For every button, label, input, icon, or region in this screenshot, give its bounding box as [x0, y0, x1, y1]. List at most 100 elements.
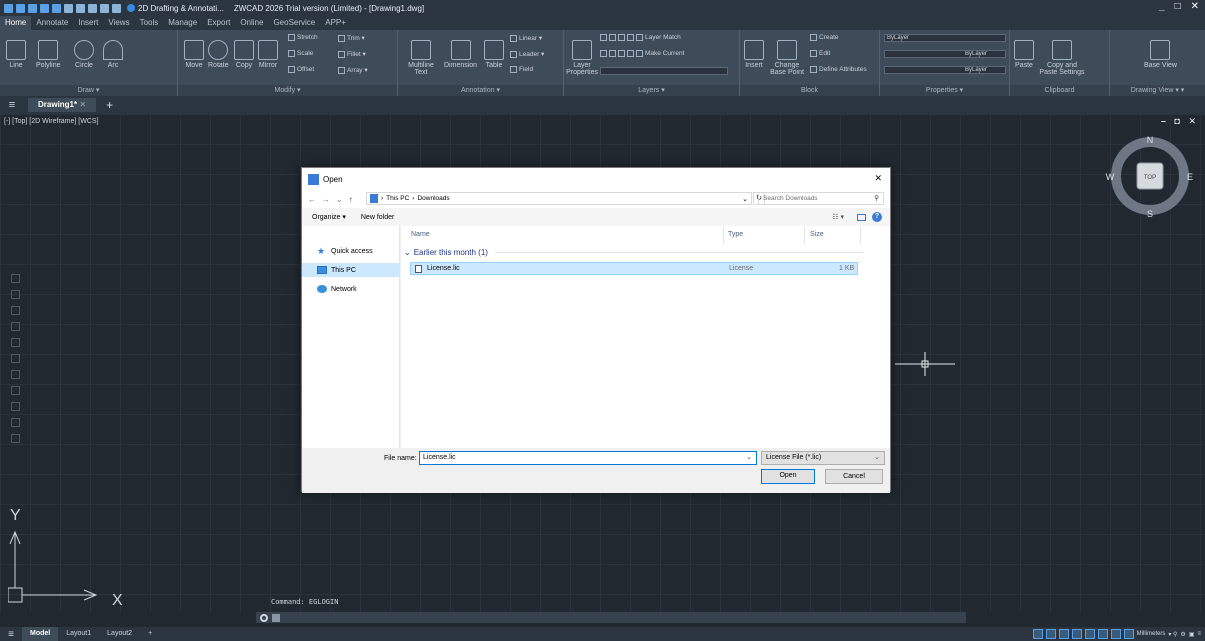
define-attributes-button[interactable]: Define Attributes — [810, 66, 867, 73]
annotation-group-label[interactable]: Annotation ▾ — [398, 85, 563, 96]
organize-button[interactable]: Organize ▾ — [312, 213, 346, 221]
create-block-button[interactable]: Create — [810, 34, 839, 41]
undo-icon[interactable] — [100, 3, 109, 13]
lineweight-dropdown[interactable]: ByLayer — [884, 66, 1006, 74]
command-input-bar[interactable] — [256, 612, 966, 623]
tab-online[interactable]: Online — [235, 16, 268, 30]
nav-this-pc[interactable]: This PC — [302, 263, 400, 277]
save-as-icon[interactable] — [52, 3, 61, 13]
snap-toggle-icon[interactable] — [1032, 629, 1043, 639]
open-button[interactable]: Open — [761, 469, 815, 484]
linear-button[interactable]: Linear ▾ — [510, 34, 542, 42]
redo-icon[interactable] — [112, 3, 121, 13]
back-arrow-icon[interactable]: ← — [308, 195, 316, 204]
close-tab-icon[interactable]: ✕ — [79, 100, 86, 109]
app-logo-icon[interactable] — [4, 3, 13, 13]
offset-button[interactable]: Offset — [288, 66, 314, 73]
compass-west[interactable]: W — [1106, 172, 1115, 182]
ortho-toggle-icon[interactable] — [1058, 629, 1069, 639]
customize-menu-icon[interactable]: ≡ — [1197, 631, 1201, 637]
layer-tool-icon[interactable] — [636, 50, 643, 57]
leader-button[interactable]: Leader ▾ — [510, 50, 544, 58]
tab-geoservice[interactable]: GeoService — [268, 16, 320, 30]
compass-north[interactable]: N — [1147, 135, 1154, 145]
tab-manage[interactable]: Manage — [163, 16, 202, 30]
annotation-scale-icon[interactable]: ▾ ⚲ — [1168, 631, 1177, 638]
breadcrumb-downloads[interactable]: Downloads — [417, 195, 449, 202]
units-indicator[interactable]: Millimeters — [1137, 631, 1166, 637]
file-name-input[interactable]: License.lic ⌄ — [419, 451, 757, 465]
maximize-button[interactable]: □ — [1175, 1, 1181, 12]
file-name-dropdown-icon[interactable]: ⌄ — [746, 452, 752, 464]
tab-layout2[interactable]: Layout2 — [99, 627, 140, 641]
view-options-icon[interactable]: ☷ ▾ — [832, 213, 844, 221]
make-current-button[interactable]: Make Current — [645, 50, 684, 57]
line-button[interactable]: Line — [6, 40, 26, 69]
address-bar[interactable]: › This PC › Downloads ⌄ — [366, 192, 752, 205]
viewport-controls-label[interactable]: [-] [Top] [2D Wireframe] [WCS] — [4, 118, 99, 125]
insert-button[interactable]: Insert — [744, 40, 764, 69]
nav-tool-icon[interactable] — [10, 322, 20, 331]
layout-menu-icon[interactable]: ≡ — [0, 629, 22, 640]
new-file-icon[interactable] — [16, 3, 25, 13]
polyline-button[interactable]: Polyline — [36, 40, 61, 69]
properties-group-label[interactable]: Properties ▾ — [880, 85, 1009, 96]
mirror-button[interactable]: Mirror — [258, 40, 278, 69]
layer-match-button[interactable]: Layer Match — [645, 34, 681, 41]
workspace-selector[interactable]: 2D Drafting & Annotati... — [127, 4, 224, 13]
nav-tool-icon[interactable] — [10, 354, 20, 363]
layer-tool-icon[interactable] — [618, 50, 625, 57]
edit-block-button[interactable]: Edit — [810, 50, 830, 57]
nav-tool-icon[interactable] — [10, 402, 20, 411]
help-icon[interactable]: ? — [872, 212, 882, 222]
viewport-window-controls[interactable]: – ◘ ✕ — [1161, 116, 1199, 127]
otrack-toggle-icon[interactable] — [1097, 629, 1108, 639]
layer-tool-icon[interactable] — [600, 34, 607, 41]
preview-pane-icon[interactable] — [857, 213, 866, 221]
tab-drawing1[interactable]: Drawing1* ✕ — [28, 98, 97, 112]
paste-button[interactable]: Paste — [1014, 40, 1034, 69]
hamburger-menu-icon[interactable]: ≡ — [0, 99, 24, 111]
layer-tool-icon[interactable] — [609, 50, 616, 57]
cancel-button[interactable]: Cancel — [825, 469, 883, 484]
command-settings-icon[interactable] — [260, 613, 268, 622]
transparency-toggle-icon[interactable] — [1123, 629, 1134, 639]
array-button[interactable]: Array ▾ — [338, 66, 368, 74]
nav-tool-icon[interactable] — [10, 306, 20, 315]
plot-icon[interactable] — [64, 3, 73, 13]
stretch-button[interactable]: Stretch — [288, 34, 318, 41]
recent-locations-icon[interactable]: ⌄ — [336, 195, 343, 204]
layer-tool-icon[interactable] — [600, 50, 607, 57]
print-icon[interactable] — [76, 3, 85, 13]
nav-network[interactable]: Network — [302, 282, 400, 296]
add-layout-button[interactable]: + — [140, 627, 160, 641]
field-button[interactable]: Field — [510, 66, 533, 73]
layer-tool-icon[interactable] — [636, 34, 643, 41]
nav-tool-icon[interactable] — [10, 338, 20, 347]
tab-views[interactable]: Views — [103, 16, 134, 30]
copy-button[interactable]: Copy — [234, 40, 254, 69]
search-input[interactable]: Search Downloads ⚲ — [758, 192, 884, 205]
layer-dropdown[interactable] — [600, 67, 728, 75]
close-button[interactable]: ✕ — [1191, 1, 1199, 12]
draw-group-label[interactable]: Draw ▾ — [0, 85, 177, 96]
dialog-close-button[interactable]: ✕ — [874, 173, 882, 184]
tab-tools[interactable]: Tools — [135, 16, 164, 30]
polar-toggle-icon[interactable] — [1071, 629, 1082, 639]
layer-tool-icon[interactable] — [627, 34, 634, 41]
layer-tool-icon[interactable] — [627, 50, 634, 57]
breadcrumb-this-pc[interactable]: This PC — [386, 195, 409, 202]
group-header[interactable]: ⌄ Earlier this month (1) — [404, 248, 864, 257]
publish-icon[interactable] — [88, 3, 97, 13]
forward-arrow-icon[interactable]: → — [322, 195, 330, 204]
tab-home[interactable]: Home — [0, 16, 32, 30]
workspace-gear-icon[interactable]: ⚙ — [1180, 631, 1185, 638]
trim-button[interactable]: Trim ▾ — [338, 34, 365, 42]
layer-tool-icon[interactable] — [609, 34, 616, 41]
file-type-select[interactable]: License File (*.lic) ⌄ — [761, 451, 885, 465]
change-base-point-button[interactable]: Change Base Point — [768, 40, 806, 76]
nav-tool-icon[interactable] — [10, 290, 20, 299]
move-button[interactable]: Move — [184, 40, 204, 69]
copy-paste-settings-button[interactable]: Copy and Paste Settings — [1038, 40, 1086, 76]
minimize-button[interactable]: _ — [1159, 1, 1165, 12]
